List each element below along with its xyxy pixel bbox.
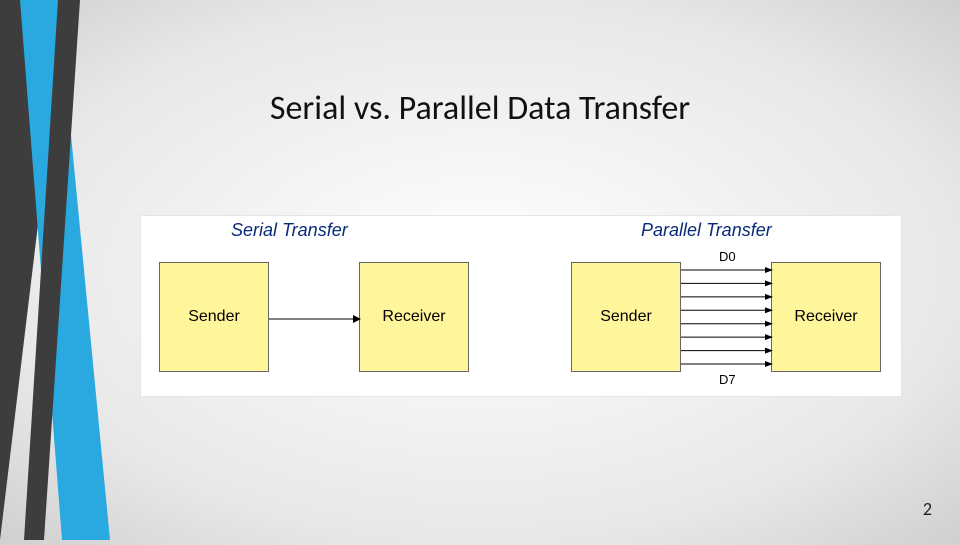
- page-number: 2: [923, 498, 932, 520]
- parallel-sender-block: Sender: [571, 262, 681, 372]
- parallel-receiver-label: Receiver: [794, 308, 857, 326]
- diagram-area: Serial Transfer Sender Receiver Parallel…: [140, 215, 902, 397]
- parallel-heading: Parallel Transfer: [641, 220, 772, 241]
- parallel-d0-label: D0: [719, 249, 736, 264]
- parallel-d7-label: D7: [719, 372, 736, 387]
- serial-sender-label: Sender: [188, 308, 240, 326]
- serial-wire: [269, 314, 361, 324]
- serial-heading: Serial Transfer: [231, 220, 348, 241]
- serial-sender-block: Sender: [159, 262, 269, 372]
- serial-receiver-block: Receiver: [359, 262, 469, 372]
- slide-accent: [0, 0, 140, 540]
- slide-title: Serial vs. Parallel Data Transfer: [0, 88, 960, 129]
- parallel-sender-label: Sender: [600, 308, 652, 326]
- parallel-bus: [681, 262, 773, 372]
- serial-receiver-label: Receiver: [382, 308, 445, 326]
- parallel-receiver-block: Receiver: [771, 262, 881, 372]
